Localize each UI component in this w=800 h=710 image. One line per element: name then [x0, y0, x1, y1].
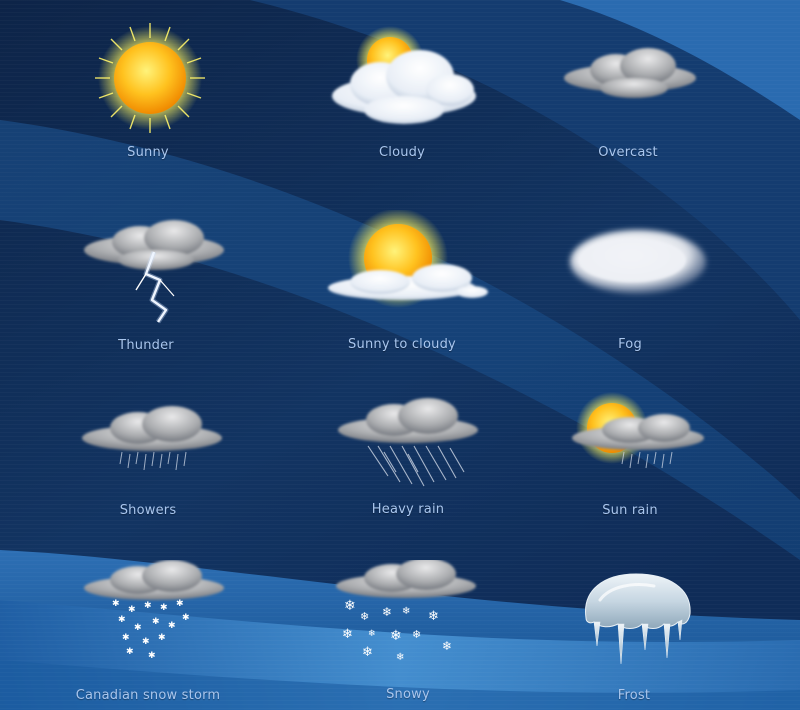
svg-text:✱: ✱: [158, 633, 166, 643]
heavy-rain-icon: [338, 398, 478, 487]
svg-text:❄: ❄: [362, 645, 373, 660]
svg-text:❄: ❄: [428, 609, 439, 624]
svg-text:✱: ✱: [168, 621, 176, 631]
snow-storm-icon: ✱✱ ✱ ✱ ✱✱ ✱✱ ✱ ✱✱ ✱ ✱✱✱: [84, 560, 224, 661]
svg-text:✱: ✱: [144, 601, 152, 611]
svg-text:✱: ✱: [126, 647, 134, 657]
svg-text:❄: ❄: [368, 629, 376, 639]
label-overcast: Overcast: [598, 145, 658, 160]
cloudy-icon: [332, 26, 476, 124]
svg-text:✱: ✱: [176, 599, 184, 609]
svg-text:✱: ✱: [142, 637, 150, 647]
svg-text:✱: ✱: [128, 605, 136, 615]
frost-icon: [585, 573, 691, 665]
svg-text:❄: ❄: [344, 598, 356, 614]
label-sunny-to-cloudy: Sunny to cloudy: [348, 337, 456, 352]
label-heavy-rain: Heavy rain: [371, 502, 445, 517]
svg-text:❄: ❄: [382, 605, 392, 619]
sunny-to-cloudy-icon: [328, 210, 488, 308]
snowy-icon: ❄❄ ❄ ❄ ❄❄ ❄ ❄ ❄❄ ❄ ❄: [336, 560, 476, 663]
label-snowy: Snowy: [386, 687, 430, 702]
label-cloudy: Cloudy: [378, 145, 426, 160]
svg-text:❄: ❄: [390, 628, 402, 644]
svg-text:✱: ✱: [122, 633, 130, 643]
svg-text:❄: ❄: [360, 610, 369, 623]
svg-text:✱: ✱: [112, 599, 120, 609]
svg-text:❄: ❄: [342, 627, 353, 642]
overcast-icon: [564, 48, 696, 98]
label-sun-rain: Sun rain: [602, 503, 658, 518]
thunder-icon: [84, 220, 224, 324]
svg-text:❄: ❄: [442, 639, 452, 653]
sun-icon: [95, 23, 205, 133]
svg-text:✱: ✱: [182, 613, 190, 623]
showers-icon: [82, 406, 222, 471]
svg-text:✱: ✱: [118, 615, 126, 625]
label-fog: Fog: [618, 337, 642, 352]
fog-icon: [570, 230, 706, 294]
svg-text:✱: ✱: [152, 617, 160, 627]
label-showers: Showers: [119, 503, 177, 518]
svg-text:✱: ✱: [160, 603, 168, 613]
svg-text:❄: ❄: [402, 606, 410, 617]
svg-text:✱: ✱: [134, 623, 142, 633]
sun-rain-icon: [572, 392, 704, 469]
svg-text:✱: ✱: [148, 651, 156, 661]
label-canadian-snow-storm: Canadian snow storm: [75, 688, 221, 703]
label-sunny: Sunny: [127, 145, 169, 160]
svg-text:❄: ❄: [396, 652, 404, 663]
label-frost: Frost: [617, 688, 651, 703]
weather-icon-grid: Sunny Cloudy Overcast Thunder Sunny to c…: [0, 0, 800, 710]
label-thunder: Thunder: [118, 338, 174, 353]
svg-text:❄: ❄: [412, 628, 421, 641]
